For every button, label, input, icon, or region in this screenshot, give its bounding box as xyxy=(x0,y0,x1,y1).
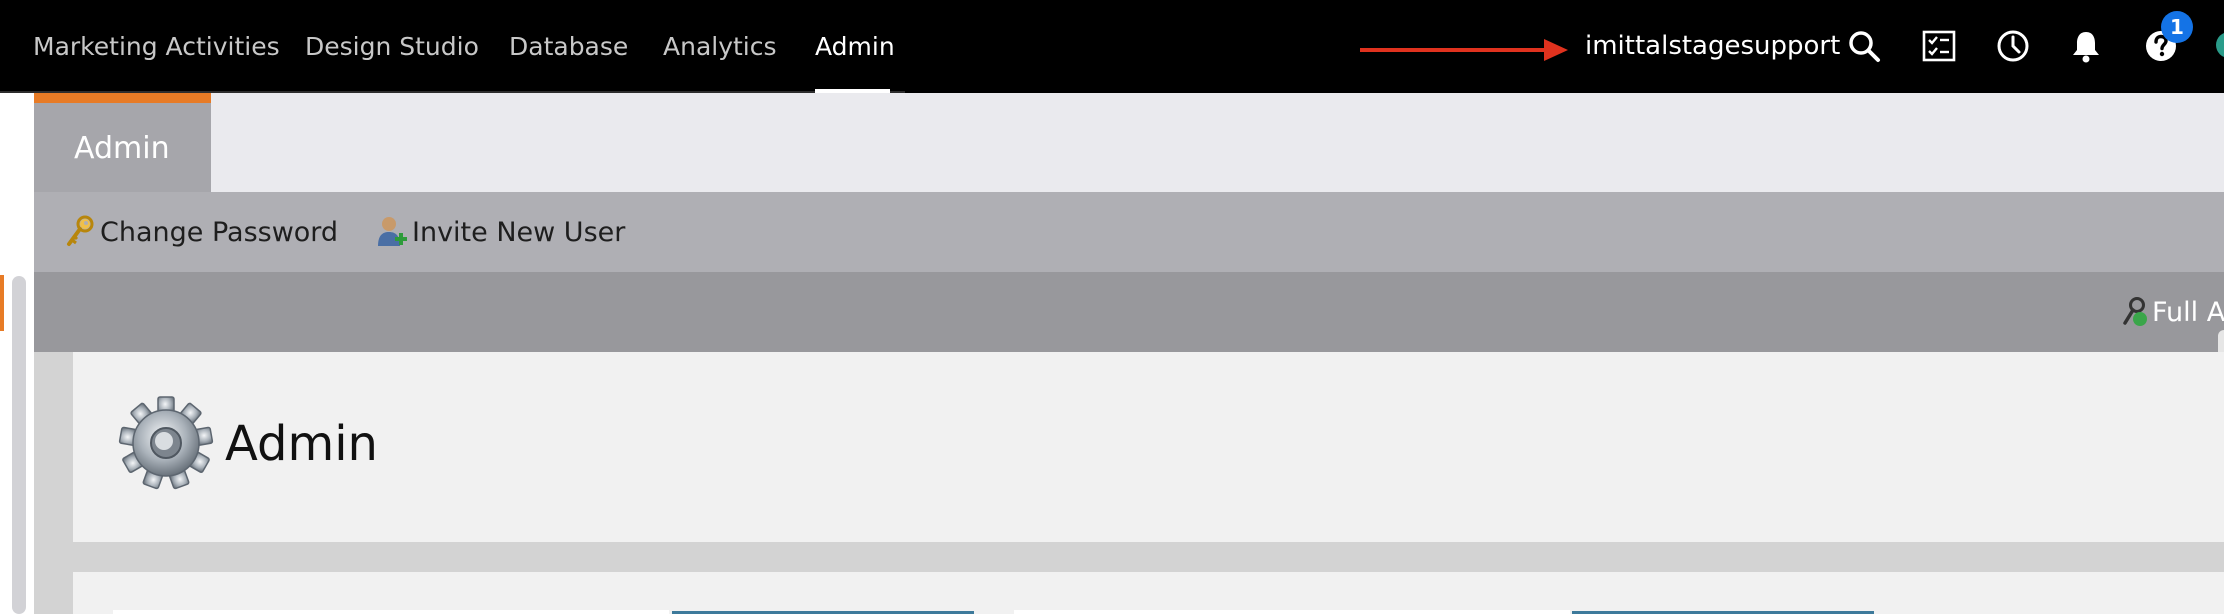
avatar[interactable] xyxy=(2216,32,2224,58)
nav-database[interactable]: Database xyxy=(509,0,628,93)
left-panel-accent xyxy=(0,275,4,331)
nav-analytics[interactable]: Analytics xyxy=(663,0,777,93)
content-card xyxy=(1014,610,1570,614)
access-key-icon xyxy=(2123,297,2147,326)
admin-toolbar: Change Password Invite New User xyxy=(34,192,2224,272)
lower-content-panel xyxy=(73,572,2224,614)
notification-count-badge: 1 xyxy=(2161,11,2193,43)
admin-header-panel xyxy=(73,352,2224,542)
workspace-tab-strip xyxy=(34,93,2224,192)
access-bar xyxy=(34,272,2224,352)
active-tab-accent xyxy=(34,93,211,103)
search-icon[interactable] xyxy=(1846,28,1882,64)
full-access-indicator: Full Ac xyxy=(2120,272,2224,352)
nav-design-studio[interactable]: Design Studio xyxy=(305,0,479,93)
bell-icon[interactable] xyxy=(2068,28,2104,64)
change-password-button[interactable]: Change Password xyxy=(64,192,338,272)
invite-new-user-label: Invite New User xyxy=(412,216,626,248)
nav-marketing-activities[interactable]: Marketing Activities xyxy=(33,0,280,93)
full-access-label: Full Ac xyxy=(2152,296,2224,328)
gear-icon xyxy=(118,396,214,490)
tab-admin[interactable]: Admin xyxy=(34,93,211,192)
key-icon xyxy=(67,215,94,246)
left-panel-scrollbar[interactable] xyxy=(12,276,26,614)
username-label[interactable]: imittalstagesupport xyxy=(1585,0,1840,93)
clock-icon[interactable] xyxy=(1995,28,2031,64)
annotation-arrow-icon xyxy=(1360,39,1568,61)
tab-admin-label: Admin xyxy=(74,131,170,166)
add-user-icon xyxy=(378,217,407,246)
page-title: Admin xyxy=(225,416,378,472)
change-password-label: Change Password xyxy=(100,216,339,248)
top-navigation-bar: Marketing Activities Design Studio Datab… xyxy=(0,0,2224,93)
invite-new-user-button[interactable]: Invite New User xyxy=(376,192,625,272)
nav-admin[interactable]: Admin xyxy=(815,0,895,93)
content-card xyxy=(113,610,669,614)
task-list-icon[interactable] xyxy=(1921,28,1957,64)
